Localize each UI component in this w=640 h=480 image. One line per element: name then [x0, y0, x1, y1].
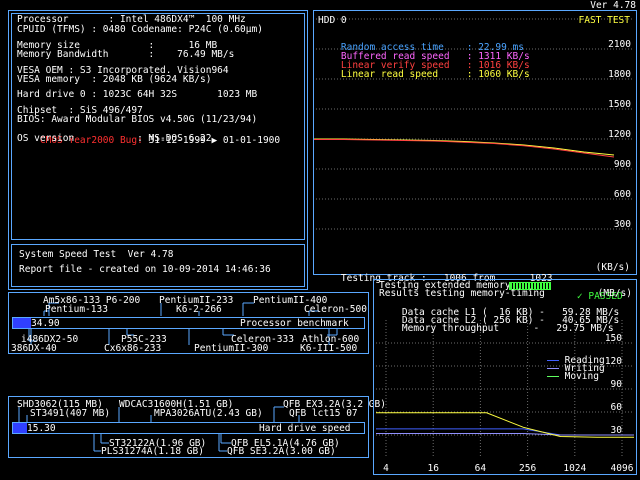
cpu-score-fill: [13, 318, 31, 328]
sysinfo-line-1: CPUID (TFMS) : 0480 Codename: P24C (0.60…: [17, 24, 263, 35]
sysinfo-line-7: VESA memory : 2048 KB (9624 KB/s): [17, 74, 212, 85]
mem-xtick-4: 1024: [563, 463, 586, 474]
cpu-bench-label: Processor benchmark: [240, 318, 349, 329]
hdd-mode: FAST TEST: [578, 15, 630, 26]
cpu-label-top-4: K6-2-266: [176, 304, 222, 315]
mem-ytick-1: 60: [611, 402, 623, 413]
hdd-label-top-4: MPA3026ATU(2.43 GB): [154, 408, 263, 419]
hdd-benchmark-panel: SHD3062(115 MB) WDCAC31600H(1.51 GB) QFB…: [8, 396, 386, 458]
hdd-label-top-3: ST3491(407 MB): [30, 408, 111, 419]
mem-xtick-1: 16: [427, 463, 439, 474]
hdd-label-bot-2: PLS31274A(1.18 GB): [101, 446, 204, 457]
cpu-label-bot-7: K6-III-500: [300, 343, 358, 354]
legend-moving: Moving: [524, 360, 599, 393]
hdd-chart-panel: 300 600 900 1200 1500 1800 2100 HDD 0 FAST TES…: [313, 10, 637, 284]
memtest-row-2-value: 29.75 MB/s: [556, 323, 614, 334]
hdd-ytick-5: 1800: [608, 69, 631, 80]
hdd-ytick-3: 1200: [608, 129, 631, 140]
speedtest-report: Report file - created on 10-09-2014 14:4…: [19, 264, 271, 275]
sysinfo-line-4: Memory Bandwidth : 76.49 MB/s: [17, 49, 235, 60]
mem-xtick-2: 64: [475, 463, 487, 474]
system-info-panel: Processor : Intel 486DX4™ 100 MHz CPUID …: [8, 10, 308, 290]
mem-ytick-2: 90: [611, 379, 623, 390]
hdd-score-fill: [13, 423, 27, 433]
hdd-bench-label: Hard drive speed: [259, 423, 351, 434]
cpu-label-bot-6: PentiumII-300: [194, 343, 269, 354]
hdd-label-top-5: QFB lct15 07: [289, 408, 358, 419]
mem-xtick-5: 4096: [611, 463, 634, 474]
mem-series-0: [376, 428, 634, 436]
hdd-label-bot-3: QFB SE3.2A(3.00 GB): [227, 446, 336, 457]
hdd-stat-3-value: 1060 KB/s: [478, 69, 530, 80]
cpu-benchmark-panel: Am5x86-133 P6-200 PentiumII-233 PentiumI…: [8, 292, 369, 354]
memtest-row-2-label: Memory throughput: [401, 323, 528, 334]
hdd-ytick-2: 900: [614, 159, 631, 170]
hdd-score: 15.30: [27, 423, 56, 434]
hdd-ytick-1: 600: [614, 189, 631, 200]
sysinfo-line-9: Hard drive 0 : 1023C 64H 32S 1023 MB: [17, 89, 258, 100]
speedtest-title: System Speed Test Ver 4.78: [19, 249, 174, 260]
hdd-title: HDD 0: [318, 15, 347, 26]
hdd-series-1: [314, 139, 615, 158]
hdd-stat-3-label: Linear read speed :: [340, 69, 473, 80]
hdd-ytick-4: 1500: [608, 99, 631, 110]
cpu-label-bot-4: 386DX-40: [11, 343, 57, 354]
sysinfo-line-14: OS version : MS-DOS 6.22: [17, 133, 212, 144]
mem-ytick-0: 30: [611, 425, 623, 436]
hdd-stat-3: Linear read speed : 1060 KB/s: [318, 58, 530, 91]
cpu-label-bot-5: Cx6x86-233: [104, 343, 162, 354]
cpu-label-top-5: Celeron-500: [304, 304, 367, 315]
hdd-series-0: [314, 138, 615, 156]
cpu-label-top-3: Pentium-133: [45, 304, 108, 315]
memory-test-panel: 30 60 90 120 150 4 16 64 256 1024 4096 Testing ext…: [373, 279, 637, 475]
legend-moving-swatch: [546, 376, 559, 377]
hdd-ytick-0: 300: [614, 219, 631, 230]
memtest-row-2: Memory throughput - 29.75 MB/s: [401, 323, 614, 334]
cpu-score: 34.90: [31, 318, 60, 329]
legend-moving-label: Moving: [564, 371, 599, 382]
mem-xtick-0: 4: [383, 463, 389, 474]
hdd-ytick-6: 2100: [608, 39, 631, 50]
hdd-footer-unit: (KB/s): [595, 262, 630, 273]
mem-xtick-3: 256: [519, 463, 536, 474]
mem-ytick-3: 120: [605, 356, 622, 367]
